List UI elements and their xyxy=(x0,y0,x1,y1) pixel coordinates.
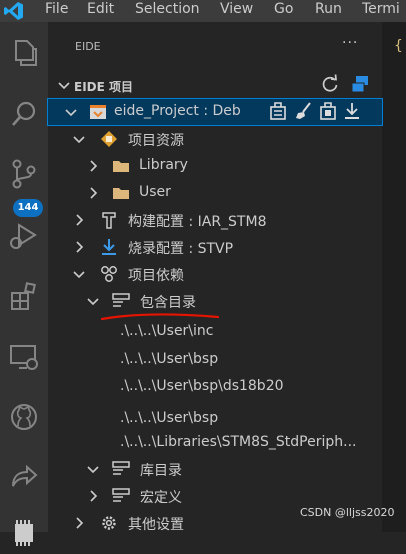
eide-sidebar: EIDE ··· EIDE 项目 eide_Project : Deb 项目资源… xyxy=(47,22,383,533)
resources-icon xyxy=(100,130,118,148)
project-label: eide_Project : Deb xyxy=(114,103,241,119)
chevron-down-icon xyxy=(86,294,100,308)
editor-bracket-text: { xyxy=(394,38,403,54)
search-icon[interactable] xyxy=(7,98,41,132)
menu-run[interactable]: Run xyxy=(315,0,342,22)
activity-bar: 144 xyxy=(0,22,48,546)
build-icon[interactable] xyxy=(268,101,288,121)
watermark-text: CSDN @lljss2020 xyxy=(300,506,395,519)
tree-label: 宏定义 xyxy=(140,490,182,506)
tree-item-project-resources[interactable]: 项目资源 xyxy=(48,126,382,152)
chevron-down-icon xyxy=(72,267,86,281)
include-path-item[interactable]: .\..\..\User\bsp xyxy=(120,351,218,367)
chevron-right-icon xyxy=(86,489,100,503)
section-title: EIDE 项目 xyxy=(74,80,133,94)
list-icon xyxy=(112,292,130,310)
tree-label: 构建配置 : IAR_STM8 xyxy=(128,214,267,230)
github-icon[interactable] xyxy=(7,400,41,434)
rebuild-icon[interactable] xyxy=(318,101,338,121)
explorer-icon[interactable] xyxy=(7,36,41,70)
menu-bar: File Edit Selection View Go Run Termi xyxy=(0,0,406,22)
chevron-down-icon xyxy=(72,132,86,146)
section-header[interactable]: EIDE 项目 xyxy=(48,72,382,98)
tree-label: 项目依赖 xyxy=(128,268,184,284)
annotation-underline xyxy=(100,311,220,323)
project-icon xyxy=(89,103,107,121)
folder-icon xyxy=(112,157,130,175)
tree-label: Library xyxy=(139,157,188,173)
menu-selection[interactable]: Selection xyxy=(135,0,200,22)
remote-explorer-icon[interactable] xyxy=(7,340,41,374)
include-path-item[interactable]: .\..\..\Libraries\STM8S_StdPeriph... xyxy=(120,434,356,450)
menu-edit[interactable]: Edit xyxy=(87,0,114,22)
chevron-down-icon xyxy=(57,78,71,92)
project-row[interactable]: eide_Project : Deb xyxy=(47,98,383,126)
gear-icon xyxy=(100,514,118,532)
source-control-badge: 144 xyxy=(13,199,43,217)
menu-go[interactable]: Go xyxy=(274,0,293,22)
tree-label: User xyxy=(139,184,171,200)
refresh-icon[interactable] xyxy=(320,74,340,94)
tree-label: 包含目录 xyxy=(140,295,196,311)
tree-item-build-config[interactable]: 构建配置 : IAR_STM8 xyxy=(48,207,382,233)
tree-label: 项目资源 xyxy=(128,133,184,149)
source-control-icon[interactable] xyxy=(7,157,41,191)
dependency-icon xyxy=(100,265,118,283)
chevron-right-icon xyxy=(86,159,100,173)
chevron-right-icon xyxy=(72,516,86,530)
tree-item-dependencies[interactable]: 项目依赖 xyxy=(48,261,382,287)
list-icon xyxy=(112,487,130,505)
chevron-down-icon xyxy=(86,462,100,476)
menu-view[interactable]: View xyxy=(220,0,253,22)
tree-item-library[interactable]: Library xyxy=(48,153,382,179)
more-actions-button[interactable]: ··· xyxy=(342,35,358,51)
sidebar-header-title: EIDE xyxy=(75,40,101,53)
list-icon xyxy=(112,460,130,478)
chevron-right-icon xyxy=(86,186,100,200)
chevron-right-icon xyxy=(72,240,86,254)
hammer-icon xyxy=(100,211,118,229)
live-share-icon[interactable] xyxy=(7,460,41,494)
include-path-item[interactable]: .\..\..\User\bsp xyxy=(120,410,218,426)
tree-label: 库目录 xyxy=(140,463,182,479)
editor-area: { xyxy=(382,22,406,532)
download-icon xyxy=(100,238,118,256)
run-debug-icon[interactable] xyxy=(7,218,41,252)
clean-icon[interactable] xyxy=(294,101,314,121)
new-project-icon[interactable] xyxy=(350,74,370,94)
chevron-right-icon xyxy=(72,213,86,227)
tree-label: 其他设置 xyxy=(128,517,184,533)
download-icon[interactable] xyxy=(342,101,362,121)
extensions-icon[interactable] xyxy=(7,280,41,314)
vscode-logo-icon[interactable] xyxy=(3,0,25,22)
tree-label: 烧录配置 : STVP xyxy=(128,241,234,257)
menu-file[interactable]: File xyxy=(45,0,68,22)
chevron-down-icon xyxy=(64,105,78,119)
tree-item-lib-dirs[interactable]: 库目录 xyxy=(48,456,382,482)
tree-item-flash-config[interactable]: 烧录配置 : STVP xyxy=(48,234,382,260)
eide-icon[interactable] xyxy=(7,516,41,550)
tree-item-user[interactable]: User xyxy=(48,180,382,206)
folder-icon xyxy=(112,184,130,202)
menu-terminal[interactable]: Termi xyxy=(362,0,400,22)
include-path-item[interactable]: .\..\..\User\bsp\ds18b20 xyxy=(120,378,284,394)
include-path-item[interactable]: .\..\..\User\inc xyxy=(120,323,214,339)
